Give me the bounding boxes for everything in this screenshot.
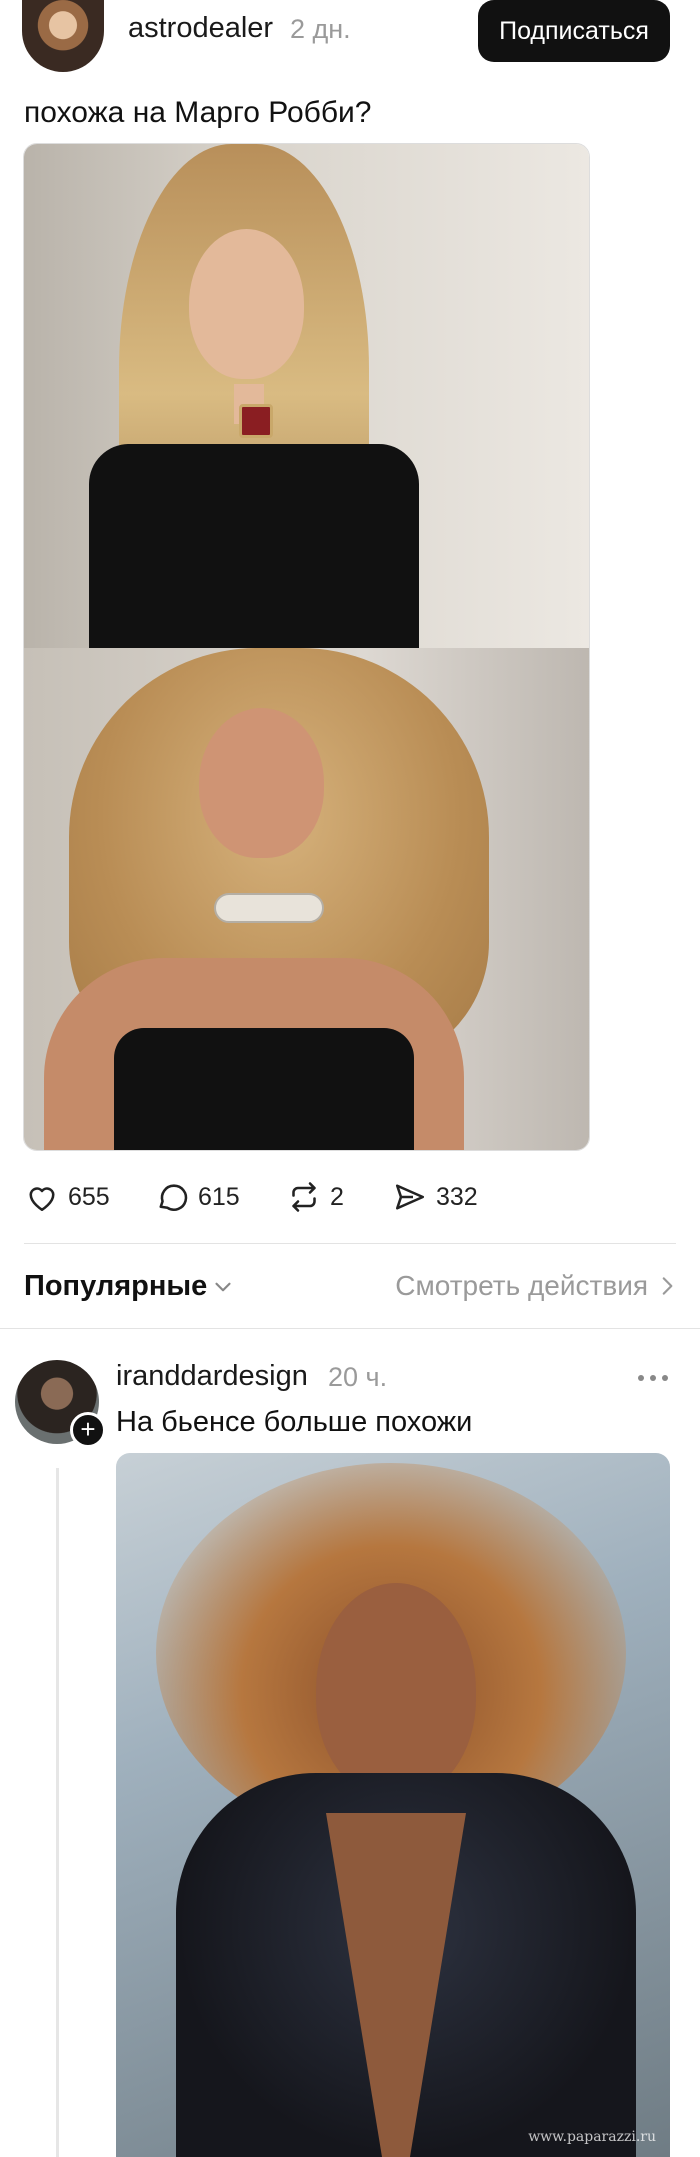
- post-text: похожа на Марго Робби?: [24, 96, 372, 129]
- repost-count: 2: [330, 1182, 344, 1211]
- sort-dropdown-label[interactable]: Популярные: [24, 1270, 207, 1303]
- reply-author-username[interactable]: iranddardesign: [116, 1360, 308, 1393]
- divider: [24, 1243, 676, 1244]
- chevron-down-icon[interactable]: [210, 1274, 236, 1300]
- image-watermark: www.paparazzi.ru: [528, 2129, 656, 2145]
- reply-count: 615: [198, 1182, 240, 1211]
- like-count: 655: [68, 1182, 110, 1211]
- reply-text: На бьенсе больше похожи: [116, 1406, 473, 1438]
- view-actions-label: Смотреть действия: [395, 1270, 648, 1301]
- post-image-bottom[interactable]: [24, 648, 589, 1150]
- chevron-right-icon: [662, 1277, 673, 1295]
- share-count: 332: [436, 1182, 478, 1211]
- post-header: astrodealer 2 дн. Подписаться: [0, 0, 700, 72]
- reply-image[interactable]: www.paparazzi.ru: [116, 1453, 670, 2157]
- reply-time: 20 ч.: [328, 1362, 388, 1392]
- author-username[interactable]: astrodealer: [128, 12, 273, 45]
- reply-button[interactable]: 615: [154, 1172, 240, 1222]
- more-dots-icon[interactable]: [636, 1372, 670, 1384]
- subscribe-button[interactable]: Подписаться: [478, 0, 670, 62]
- post-time: 2 дн.: [290, 14, 351, 44]
- plus-icon[interactable]: +: [70, 1412, 106, 1448]
- sort-row: Популярные Смотреть действия: [0, 1262, 700, 1312]
- send-icon: [395, 1184, 425, 1210]
- repost-icon: [292, 1182, 316, 1212]
- speech-bubble-icon: [159, 1184, 188, 1211]
- reply-item: + iranddardesign 20 ч. На бьенсе больше …: [0, 1360, 700, 2157]
- divider: [0, 1328, 700, 1329]
- heart-icon: [29, 1187, 55, 1212]
- view-actions-link[interactable]: Смотреть действия: [395, 1270, 678, 1302]
- repost-button[interactable]: 2: [286, 1172, 344, 1222]
- share-button[interactable]: 332: [392, 1172, 478, 1222]
- author-avatar[interactable]: [22, 0, 104, 72]
- post-image-collage[interactable]: [23, 143, 590, 1151]
- post-actions: 655 615 2 332: [0, 1172, 700, 1222]
- like-button[interactable]: 655: [24, 1172, 110, 1222]
- thread-line: [56, 1468, 59, 2157]
- post-image-top[interactable]: [24, 144, 589, 648]
